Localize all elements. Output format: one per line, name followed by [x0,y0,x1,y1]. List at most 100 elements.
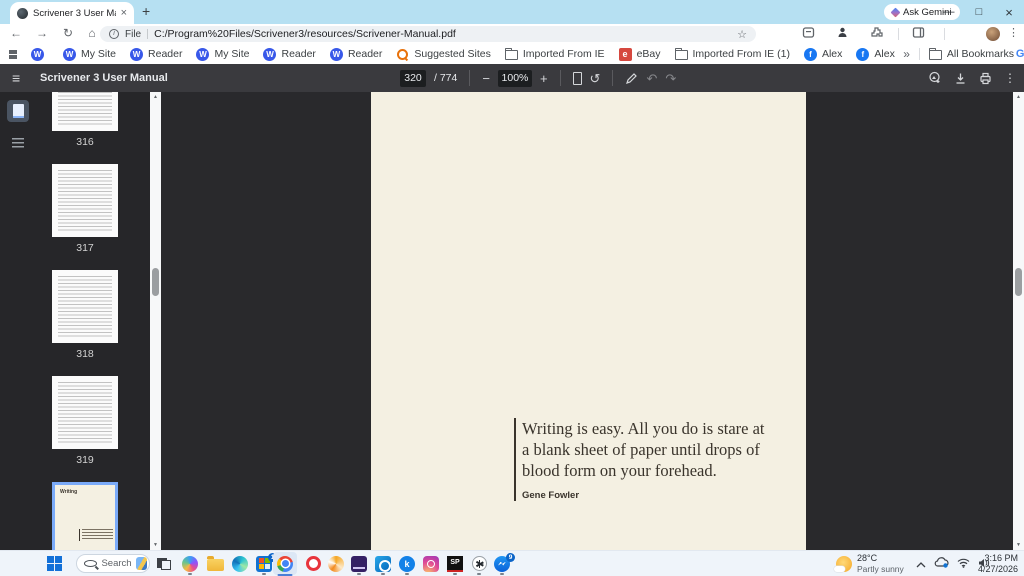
onedrive-cloud-icon[interactable] [934,555,949,573]
edge-icon [232,555,248,572]
bookmark-item[interactable]: W My Site [63,47,116,61]
browser-tab[interactable]: Scrivener 3 User Manual × [10,2,134,24]
thumbnail-page-318[interactable]: 318 [52,270,118,360]
save-annotated-icon[interactable] [928,71,942,85]
bookmark-item[interactable]: GSecrets of Colombia... [1013,47,1024,61]
bookmark-item[interactable]: W [31,47,49,61]
new-tab-button[interactable]: + [142,3,150,19]
search-highlight-image [135,557,148,570]
taskbar-search[interactable]: Search [76,554,150,573]
fit-page-icon[interactable] [572,71,582,85]
copilot-icon [182,555,198,572]
tab-title: Scrivener 3 User Manual [33,7,116,19]
asterisk-app-button[interactable] [467,551,491,576]
copilot-button[interactable] [178,551,202,576]
thumbnail-page-319[interactable]: 319 [52,376,118,466]
pdf-menu-icon[interactable]: ≡ [12,70,20,86]
print-icon[interactable] [979,72,992,85]
forward-icon[interactable]: → [34,26,50,40]
thumb-content [58,92,112,125]
bookmarks-overflow-icon[interactable]: » [903,47,910,61]
taskbar-clock[interactable]: 3:16 PM 4/27/2026 [978,553,1018,574]
scrollbar-thumb[interactable] [1015,268,1022,296]
weather-widget[interactable]: 28°C Partly sunny [834,553,904,574]
instagram-button[interactable] [419,551,443,576]
thumbnail-page-317[interactable]: 317 [52,164,118,254]
wifi-icon[interactable] [957,555,970,573]
browser-app-button[interactable] [324,551,348,576]
start-button[interactable] [42,551,66,576]
quote-attribution: Gene Fowler [522,490,580,501]
bookmark-item[interactable]: Imported From IE (1) [674,48,790,60]
edge-button[interactable] [228,551,252,576]
scroll-up-icon[interactable]: ▲ [1013,94,1024,100]
bookmark-item[interactable]: Suggested Sites [396,48,491,61]
k-app-button[interactable]: k [395,551,419,576]
window-close-button[interactable]: × [994,5,1024,20]
bookmark-item[interactable]: W Reader [263,47,316,61]
thumbnail-page-label: 316 [76,136,94,148]
google-icon: G [1013,47,1024,61]
all-bookmarks-button[interactable]: All Bookmarks [928,48,1014,60]
chrome-icon [277,555,293,572]
back-icon[interactable]: ← [8,26,24,40]
chrome-button[interactable] [273,552,297,576]
bookmark-item[interactable]: fAlex [803,47,842,61]
home-icon[interactable]: ⌂ [84,26,100,40]
page-number-input[interactable]: 320 [400,69,426,87]
thumbnails-view-button[interactable] [7,100,29,122]
scrollbar-thumb[interactable] [152,268,159,296]
sidebar-scrollbar[interactable]: ▲ ▼ [150,92,161,550]
profile-avatar[interactable] [986,27,1000,41]
file-explorer-button[interactable] [203,551,227,576]
chapter-quote: Writing is easy. All you do is stare at … [514,418,765,501]
extensions-puzzle-icon[interactable] [870,26,883,39]
messenger-button[interactable]: 9 [490,551,515,576]
bookmark-item[interactable]: W Reader [130,47,182,61]
sp-app-button[interactable]: SP [443,551,467,576]
reading-mode-icon[interactable] [802,26,815,39]
window-minimize-button[interactable]: — [934,6,964,18]
zoom-in-button[interactable]: + [540,72,548,85]
bookmark-star-icon[interactable]: ☆ [737,28,747,41]
bookmark-item[interactable]: e eBay [618,47,661,61]
facebook-icon: f [803,47,817,61]
music-app-button[interactable] [347,551,371,576]
document-outline-button[interactable] [7,132,29,154]
rotate-icon[interactable]: ↺ [590,72,601,85]
tray-chevron-icon[interactable] [916,555,926,573]
thumbnail-page-316[interactable]: 316 [52,92,118,148]
scroll-down-icon[interactable]: ▼ [1013,542,1024,548]
reload-icon[interactable]: ↻ [60,26,76,40]
bookmark-item[interactable]: fAlex [856,47,895,61]
zoom-level-input[interactable]: 100% [497,69,532,87]
pdf-page-controls: 320 / 774 − 100% + ↺ ↶ ↷ [400,64,676,92]
pdf-more-menu-icon[interactable]: ⋮ [1004,72,1016,84]
side-panel-icon[interactable] [912,26,925,39]
address-bar[interactable]: i File C:/Program%20Files/Scrivener3/res… [100,26,756,42]
thumbnail-page-320-selected[interactable]: Writing 320 [52,482,118,550]
bookmark-item[interactable]: W My Site [196,47,249,61]
main-scrollbar[interactable]: ▲ ▼ [1013,92,1024,550]
mail-app-button[interactable] [371,551,395,576]
scroll-down-icon[interactable]: ▼ [150,542,161,548]
bookmark-item[interactable]: W Reader [329,47,382,61]
site-info-icon[interactable]: i [109,29,119,39]
browser-menu-icon[interactable]: ⋮ [1008,26,1019,39]
opera-button[interactable] [301,551,325,576]
scroll-up-icon[interactable]: ▲ [150,94,161,100]
thumbnail-page-label: 319 [76,454,94,466]
zoom-out-button[interactable]: − [482,72,490,85]
k-app-icon: k [399,555,415,572]
bookmark-item[interactable]: Imported From IE [504,48,605,60]
thumb-content [58,276,112,337]
task-view-button[interactable] [152,551,176,576]
download-icon[interactable] [954,72,967,85]
thumb-content [58,170,112,231]
tab-close-icon[interactable]: × [121,7,127,19]
profile-extension-icon[interactable] [836,26,849,39]
window-maximize-button[interactable]: □ [964,6,994,18]
annotate-pen-icon[interactable] [625,72,638,85]
pdf-toolbar: ≡ Scrivener 3 User Manual 320 / 774 − 10… [0,64,1024,92]
thumb-preview: Writing [52,482,118,550]
